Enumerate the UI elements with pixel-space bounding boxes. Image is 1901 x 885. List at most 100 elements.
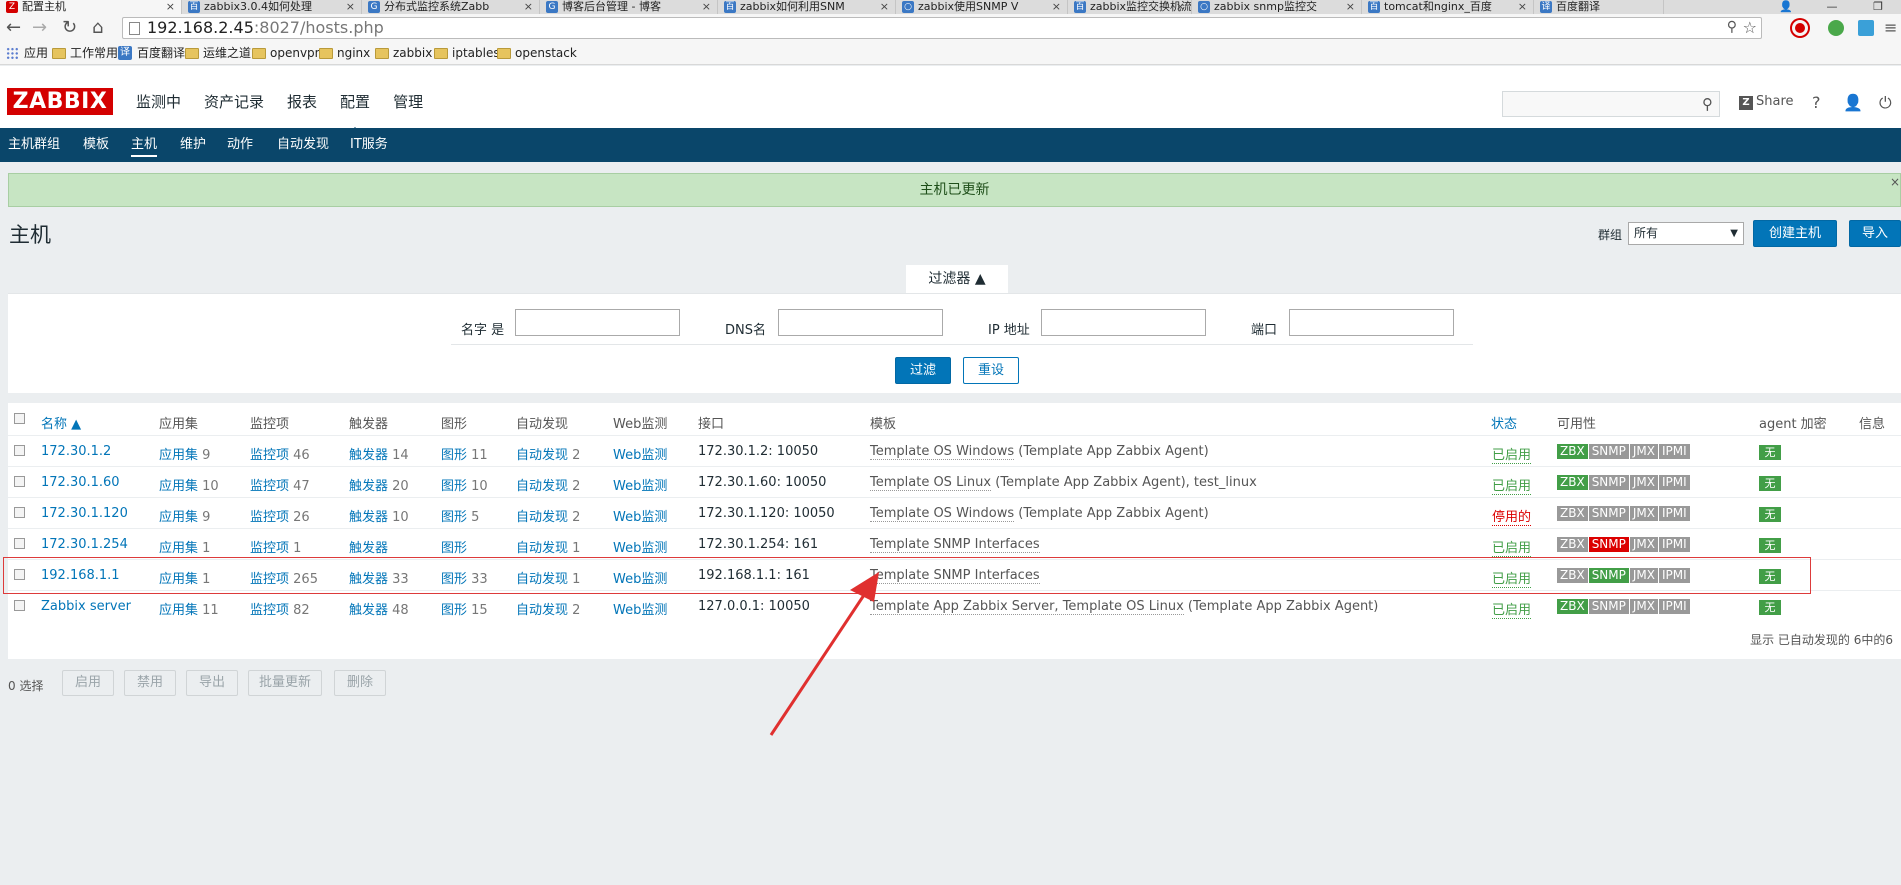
top-menu-item[interactable]: 配置 (340, 92, 370, 134)
tab-close-icon[interactable]: × (702, 0, 711, 14)
mass-action-button[interactable]: 批量更新 (248, 670, 322, 696)
mass-action-button[interactable]: 删除 (334, 670, 386, 696)
browser-tab[interactable]: ○ zabbix snmp监控交 × (1192, 0, 1362, 14)
subnav-item[interactable]: 维护 (180, 137, 206, 153)
browser-tab[interactable]: Z 配置主机 × (0, 0, 182, 14)
template-link[interactable]: Template OS Windows (870, 506, 1015, 522)
table-header-cell[interactable]: 名称 ▲ (41, 413, 81, 432)
row-checkbox[interactable] (14, 538, 25, 549)
group-select[interactable]: 所有 ▼ (1628, 222, 1744, 245)
triggers-link[interactable]: 触发器 10 (349, 506, 409, 525)
minimize-icon[interactable]: — (1809, 0, 1855, 14)
create-host-button[interactable]: 创建主机 (1753, 220, 1837, 247)
host-name-link[interactable]: 172.30.1.60 (41, 475, 120, 490)
items-link[interactable]: 监控项 46 (250, 444, 310, 463)
graphs-link[interactable]: 图形 11 (441, 444, 488, 463)
graphs-link[interactable]: 图形 (441, 537, 467, 556)
applications-link[interactable]: 应用集 1 (159, 537, 210, 556)
subnav-item[interactable]: 动作 (227, 137, 253, 153)
help-icon[interactable]: ? (1812, 93, 1821, 112)
bookmark-item[interactable]: 译百度翻译 (117, 46, 185, 61)
tab-close-icon[interactable]: × (880, 0, 889, 14)
items-link[interactable]: 监控项 47 (250, 475, 310, 494)
template-link[interactable]: Template App Zabbix Server, Template OS … (870, 599, 1184, 615)
status-toggle-link[interactable]: 已启用 (1492, 444, 1532, 464)
opera-extension-icon[interactable] (1792, 20, 1808, 36)
table-header-cell[interactable]: 状态 (1491, 413, 1517, 432)
template-extra[interactable]: (Template App Zabbix Agent) (1014, 444, 1208, 459)
tab-close-icon[interactable]: × (1176, 0, 1185, 14)
web-scenarios-link[interactable]: Web监测 (613, 475, 667, 494)
green-extension-icon[interactable] (1828, 20, 1844, 36)
top-menu-item[interactable]: 资产记录 (204, 92, 264, 112)
filter-apply-button[interactable]: 过滤 (895, 357, 951, 384)
table-header-cell[interactable]: 监控项 (250, 413, 289, 432)
template-link[interactable]: Template OS Linux (870, 475, 992, 491)
items-link[interactable]: 监控项 26 (250, 506, 310, 525)
top-menu-item[interactable]: 报表 (287, 92, 317, 112)
table-header-cell[interactable]: 应用集 (159, 413, 198, 432)
mass-action-button[interactable]: 启用 (62, 670, 114, 696)
select-all-checkbox[interactable] (14, 413, 25, 424)
triggers-link[interactable]: 触发器 14 (349, 444, 409, 463)
top-menu-item[interactable]: 管理 (393, 92, 423, 112)
bookmark-item[interactable]: zabbix (373, 46, 432, 61)
zoom-icon[interactable]: ⚲ (1727, 19, 1737, 35)
template-link[interactable]: Template OS Windows (870, 444, 1015, 460)
triggers-link[interactable]: 触发器 (349, 537, 388, 556)
graphs-link[interactable]: 图形 5 (441, 506, 479, 525)
web-scenarios-link[interactable]: Web监测 (613, 506, 667, 525)
web-scenarios-link[interactable]: Web监测 (613, 444, 667, 463)
browser-tab[interactable]: ○ zabbix使用SNMP V × (896, 0, 1068, 14)
back-icon[interactable]: ← (6, 18, 21, 38)
web-scenarios-link[interactable]: Web监测 (613, 599, 667, 618)
bookmark-star-icon[interactable]: ☆ (1743, 18, 1757, 37)
tab-close-icon[interactable]: × (1052, 0, 1061, 14)
template-link[interactable]: Template SNMP Interfaces (870, 537, 1040, 553)
template-extra[interactable]: (Template App Zabbix Agent), test_linux (991, 475, 1257, 490)
host-name-link[interactable]: 172.30.1.254 (41, 537, 128, 552)
host-name-link[interactable]: Zabbix server (41, 599, 131, 614)
bookmark-item[interactable]: nginx (317, 46, 370, 61)
table-header-cell[interactable]: 模板 (870, 413, 896, 432)
mass-action-button[interactable]: 导出 (186, 670, 238, 696)
filter-name-input[interactable] (515, 309, 680, 336)
discovery-link[interactable]: 自动发现 2 (516, 506, 580, 525)
table-header-cell[interactable]: 图形 (441, 413, 467, 432)
bookmark-item[interactable]: openvpn (250, 46, 322, 61)
restore-icon[interactable]: ❐ (1855, 0, 1901, 14)
grid-extension-icon[interactable] (1858, 20, 1874, 36)
address-bar[interactable]: 192.168.2.45:8027/hosts.php ⚲ ☆ (122, 17, 1762, 39)
browser-tab[interactable]: 百 zabbix3.0.4如何处理 × (182, 0, 362, 14)
forward-icon[interactable]: → (32, 18, 47, 38)
table-header-cell[interactable]: 触发器 (349, 413, 388, 432)
bookmark-item[interactable]: openstack (495, 46, 577, 61)
tab-close-icon[interactable]: × (1346, 0, 1355, 14)
applications-link[interactable]: 应用集 11 (159, 599, 219, 618)
discovery-link[interactable]: 自动发现 2 (516, 475, 580, 494)
subnav-item[interactable]: 模板 (83, 137, 109, 153)
bookmark-item[interactable]: 工作常用 (50, 46, 118, 61)
global-search-input[interactable]: ⚲ (1502, 91, 1720, 117)
menu-icon[interactable]: ≡ (1884, 18, 1897, 38)
discovery-link[interactable]: 自动发现 2 (516, 599, 580, 618)
graphs-link[interactable]: 图形 15 (441, 599, 488, 618)
tab-close-icon[interactable]: × (1518, 0, 1527, 14)
share-link[interactable]: Z Share (1739, 94, 1794, 110)
status-toggle-link[interactable]: 停用的 (1492, 506, 1532, 526)
graphs-link[interactable]: 图形 10 (441, 475, 488, 494)
logout-power-icon[interactable]: ⏻ (1879, 93, 1892, 113)
browser-tab[interactable]: 百 tomcat和nginx_百度 × (1362, 0, 1534, 14)
search-icon[interactable]: ⚲ (1702, 95, 1713, 113)
top-menu-item[interactable]: 监测中 (136, 92, 181, 112)
filter-reset-button[interactable]: 重设 (963, 357, 1019, 384)
subnav-item[interactable]: 主机群组 (8, 137, 60, 153)
applications-link[interactable]: 应用集 10 (159, 475, 219, 494)
row-checkbox[interactable] (14, 476, 25, 487)
applications-link[interactable]: 应用集 9 (159, 444, 210, 463)
user-profile-icon[interactable]: 👤 (1763, 0, 1809, 14)
filter-port-input[interactable] (1289, 309, 1454, 336)
applications-link[interactable]: 应用集 9 (159, 506, 210, 525)
filter-toggle-tab[interactable]: 过滤器 ▲ (906, 265, 1008, 293)
subnav-item[interactable]: IT服务 (350, 137, 388, 153)
